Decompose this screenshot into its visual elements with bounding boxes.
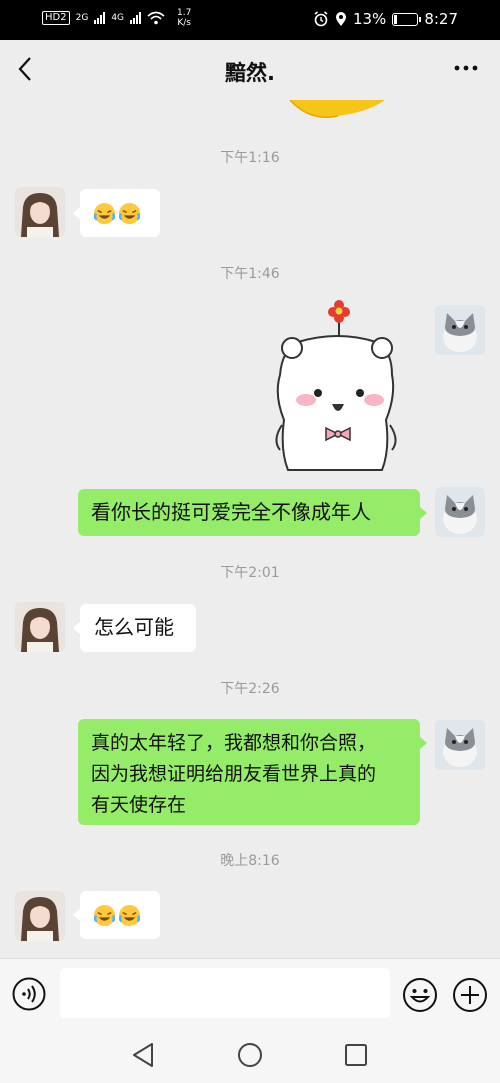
sticker-partial[interactable] [290, 100, 385, 118]
alarm-icon [314, 11, 328, 27]
network-label-2: 4G [111, 13, 125, 23]
voice-icon[interactable] [12, 977, 46, 1011]
nav-back-icon[interactable] [130, 1041, 156, 1069]
status-left: HD2 2G 4G 1.7 K/s [42, 8, 191, 28]
input-bar [0, 958, 500, 1028]
contact-avatar[interactable] [15, 602, 65, 652]
message-text-line: 因为我想证明给朋友看世界上真的 [91, 763, 377, 785]
status-bar: HD2 2G 4G 1.7 K/s 13% 8:27 [0, 0, 500, 40]
message-text: 看你长的挺可爱完全不像成年人 [91, 500, 371, 524]
status-time: 8:27 [424, 10, 458, 28]
plus-icon[interactable] [452, 977, 488, 1013]
incoming-message-bubble[interactable]: 怎么可能 [73, 604, 196, 652]
contact-avatar[interactable] [15, 891, 65, 941]
laugh-cry-emoji-icon [118, 202, 141, 225]
timestamp: 下午2:01 [220, 565, 280, 581]
chat-header: 黯然. [0, 40, 500, 100]
more-dots-icon[interactable] [454, 62, 478, 74]
laugh-cry-emoji-icon [93, 202, 116, 225]
battery-icon [392, 12, 422, 26]
wifi-icon [147, 11, 165, 25]
my-avatar[interactable] [435, 487, 485, 537]
signal-icon-2 [130, 12, 142, 24]
hd-badge: HD2 [42, 11, 70, 25]
battery-fill [394, 14, 398, 24]
timestamp: 下午1:16 [220, 150, 280, 166]
outgoing-message-bubble[interactable]: 看你长的挺可爱完全不像成年人 [78, 489, 427, 536]
laugh-cry-emoji-icon [93, 904, 116, 927]
timestamp: 下午2:26 [220, 681, 280, 697]
message-text-line: 有天使存在 [91, 794, 187, 816]
incoming-emoji-bubble[interactable] [73, 189, 160, 237]
nav-recent-icon[interactable] [343, 1042, 369, 1068]
incoming-emoji-bubble[interactable] [73, 891, 160, 939]
nav-home-icon[interactable] [236, 1041, 264, 1069]
network-label-1: 2G [75, 13, 89, 23]
signal-icon-1 [94, 12, 106, 24]
battery-percent: 13% [352, 10, 387, 28]
contact-avatar[interactable] [15, 187, 65, 237]
emoji-icon[interactable] [402, 977, 438, 1013]
timestamp: 晚上8:16 [220, 853, 280, 869]
location-icon [335, 12, 346, 26]
my-avatar[interactable] [435, 720, 485, 770]
message-text: 怎么可能 [94, 615, 174, 639]
outgoing-message-bubble[interactable]: 真的太年轻了，我都想和你合照， 因为我想证明给朋友看世界上真的 有天使存在 [78, 719, 427, 825]
status-right: 13% 8:27 [313, 10, 458, 28]
system-nav-bar [0, 1028, 500, 1083]
laugh-cry-emoji-icon [118, 904, 141, 927]
bear-sticker[interactable] [268, 300, 400, 474]
my-avatar[interactable] [435, 305, 485, 355]
message-input[interactable] [60, 968, 390, 1018]
network-speed: 1.7 K/s [177, 8, 192, 28]
chat-title: 黯然. [225, 61, 275, 85]
timestamp: 下午1:46 [220, 266, 280, 282]
message-text-line: 真的太年轻了，我都想和你合照， [91, 732, 377, 754]
